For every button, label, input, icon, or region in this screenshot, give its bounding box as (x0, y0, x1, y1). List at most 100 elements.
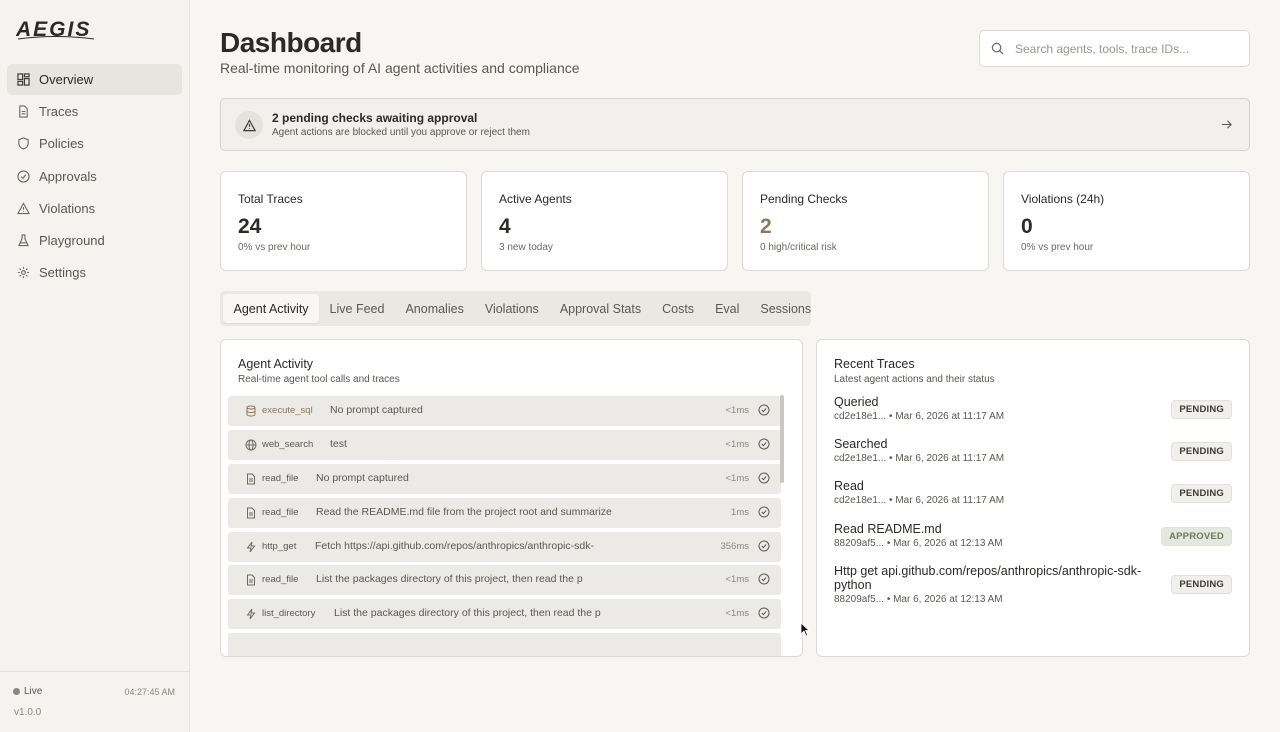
activity-row[interactable]: read_file Read the README.md file from t… (228, 497, 781, 528)
sidebar-item-label: Traces (39, 104, 79, 120)
stat-card-pending-checks[interactable]: Pending Checks 2 0 high/critical risk (742, 171, 989, 271)
check-circle-icon (758, 404, 770, 416)
gear-icon (17, 266, 30, 279)
page-title: Dashboard (220, 27, 362, 58)
activity-scrollbar[interactable] (780, 395, 784, 483)
status-badge: PENDING (1171, 484, 1232, 503)
check-circle-icon (758, 540, 770, 552)
activity-row[interactable]: http_get Fetch https://api.github.com/re… (228, 531, 781, 562)
stat-card-total-traces[interactable]: Total Traces 24 0% vs prev hour (220, 171, 467, 271)
mouse-cursor-icon (800, 622, 810, 637)
sidebar-item-label: Violations (39, 200, 96, 216)
check-circle-icon (17, 169, 30, 183)
search-input[interactable] (1015, 41, 1235, 56)
panel-title: Agent Activity (238, 357, 314, 371)
sidebar-nav: Overview Traces Policies Approvals Viola… (7, 64, 182, 289)
pending-approval-banner[interactable]: 2 pending checks awaiting approval Agent… (220, 98, 1250, 151)
file-icon (245, 574, 257, 586)
stat-value: 2 (760, 215, 772, 238)
globe-icon (245, 439, 257, 451)
check-circle-icon (758, 506, 770, 518)
check-circle-icon (758, 472, 770, 484)
stat-sub: 0 high/critical risk (760, 242, 837, 253)
activity-desc: No prompt captured (316, 471, 409, 484)
stat-card-violations[interactable]: Violations (24h) 0 0% vs prev hour (1003, 171, 1250, 271)
database-icon (245, 405, 257, 417)
panel-subtitle: Real-time agent tool calls and traces (238, 374, 400, 385)
tab-violations[interactable]: Violations (474, 294, 549, 323)
activity-row[interactable]: read_file No prompt captured <1ms (228, 463, 781, 494)
trace-meta: 88209af5... • Mar 6, 2026 at 12:13 AM (834, 594, 1003, 605)
stat-label: Total Traces (238, 192, 303, 206)
activity-duration: <1ms (725, 405, 750, 416)
activity-desc: List the packages directory of this proj… (334, 607, 601, 620)
activity-row[interactable]: execute_sql No prompt captured <1ms (228, 396, 781, 426)
tab-agent-activity[interactable]: Agent Activity (223, 294, 320, 323)
stat-label: Violations (24h) (1021, 192, 1105, 206)
trace-title: Http get api.github.com/repos/anthropics… (834, 564, 1142, 592)
activity-row[interactable]: list_directory List the packages directo… (228, 599, 781, 630)
stat-sub: 3 new today (499, 242, 553, 253)
activity-row[interactable]: web_search test <1ms (228, 429, 781, 460)
activity-desc: No prompt captured (330, 404, 423, 416)
activity-desc: Fetch https://api.github.com/repos/anthr… (315, 539, 594, 552)
activity-duration: 356ms (720, 540, 749, 552)
trace-item[interactable]: Http get api.github.com/repos/anthropics… (834, 564, 1154, 605)
panel-title: Recent Traces (834, 357, 915, 371)
tab-approval-stats[interactable]: Approval Stats (549, 294, 651, 323)
activity-row-partial[interactable] (228, 633, 781, 656)
warning-icon (17, 201, 30, 215)
status-badge: APPROVED (1161, 527, 1232, 546)
warning-icon (242, 118, 256, 131)
activity-list[interactable]: execute_sql No prompt captured <1ms web_… (228, 396, 781, 656)
live-status: Live (13, 686, 42, 697)
sidebar-item-policies[interactable]: Policies (7, 128, 182, 159)
grid-icon (17, 73, 30, 86)
activity-duration: <1ms (725, 438, 750, 450)
tab-costs[interactable]: Costs (652, 294, 705, 323)
stat-card-active-agents[interactable]: Active Agents 4 3 new today (481, 171, 728, 271)
tab-sessions[interactable]: Sessions (750, 294, 822, 323)
version-label: v1.0.0 (14, 707, 42, 718)
stat-value: 4 (499, 215, 511, 238)
sidebar-item-settings[interactable]: Settings (7, 257, 182, 288)
panel-subtitle: Latest agent actions and their status (834, 374, 995, 385)
flask-icon (17, 234, 30, 247)
tool-name: http_get (262, 540, 297, 552)
search-icon (991, 42, 1004, 55)
check-circle-icon (758, 573, 770, 585)
activity-desc: test (330, 437, 347, 450)
activity-row[interactable]: read_file List the packages directory of… (228, 565, 781, 596)
arrow-right-icon[interactable] (1220, 118, 1233, 131)
shield-icon (17, 137, 30, 151)
stat-value: 24 (238, 215, 262, 238)
aegis-logo[interactable]: AEGIS (16, 16, 96, 42)
sidebar-item-violations[interactable]: Violations (7, 193, 182, 224)
sidebar: AEGIS Overview Traces Policies Approvals… (0, 0, 190, 732)
sidebar-item-overview[interactable]: Overview (7, 64, 182, 95)
search-box[interactable] (979, 30, 1250, 67)
check-circle-icon (758, 438, 770, 450)
recent-traces-panel: Recent Traces Latest agent actions and t… (816, 339, 1250, 657)
sidebar-item-label: Playground (39, 232, 105, 248)
activity-desc: List the packages directory of this proj… (316, 573, 583, 586)
sidebar-footer: Live 04:27:45 AM v1.0.0 (0, 671, 189, 732)
sidebar-item-label: Settings (39, 265, 86, 281)
activity-duration: 1ms (731, 506, 749, 518)
bolt-icon (245, 541, 257, 553)
tab-live-feed[interactable]: Live Feed (319, 294, 395, 323)
file-icon (17, 105, 30, 118)
stat-value: 0 (1021, 215, 1033, 238)
page-subtitle: Real-time monitoring of AI agent activit… (220, 60, 580, 76)
sidebar-item-playground[interactable]: Playground (7, 225, 182, 256)
stat-sub: 0% vs prev hour (1021, 242, 1094, 253)
sidebar-item-traces[interactable]: Traces (7, 96, 182, 127)
bolt-icon (245, 608, 257, 620)
sidebar-item-label: Overview (39, 72, 94, 87)
tab-eval[interactable]: Eval (705, 294, 750, 323)
status-badge: PENDING (1171, 442, 1232, 461)
sidebar-item-approvals[interactable]: Approvals (7, 161, 182, 192)
tab-anomalies[interactable]: Anomalies (395, 294, 474, 323)
file-icon (245, 473, 257, 485)
agent-activity-panel: Agent Activity Real-time agent tool call… (220, 339, 803, 657)
